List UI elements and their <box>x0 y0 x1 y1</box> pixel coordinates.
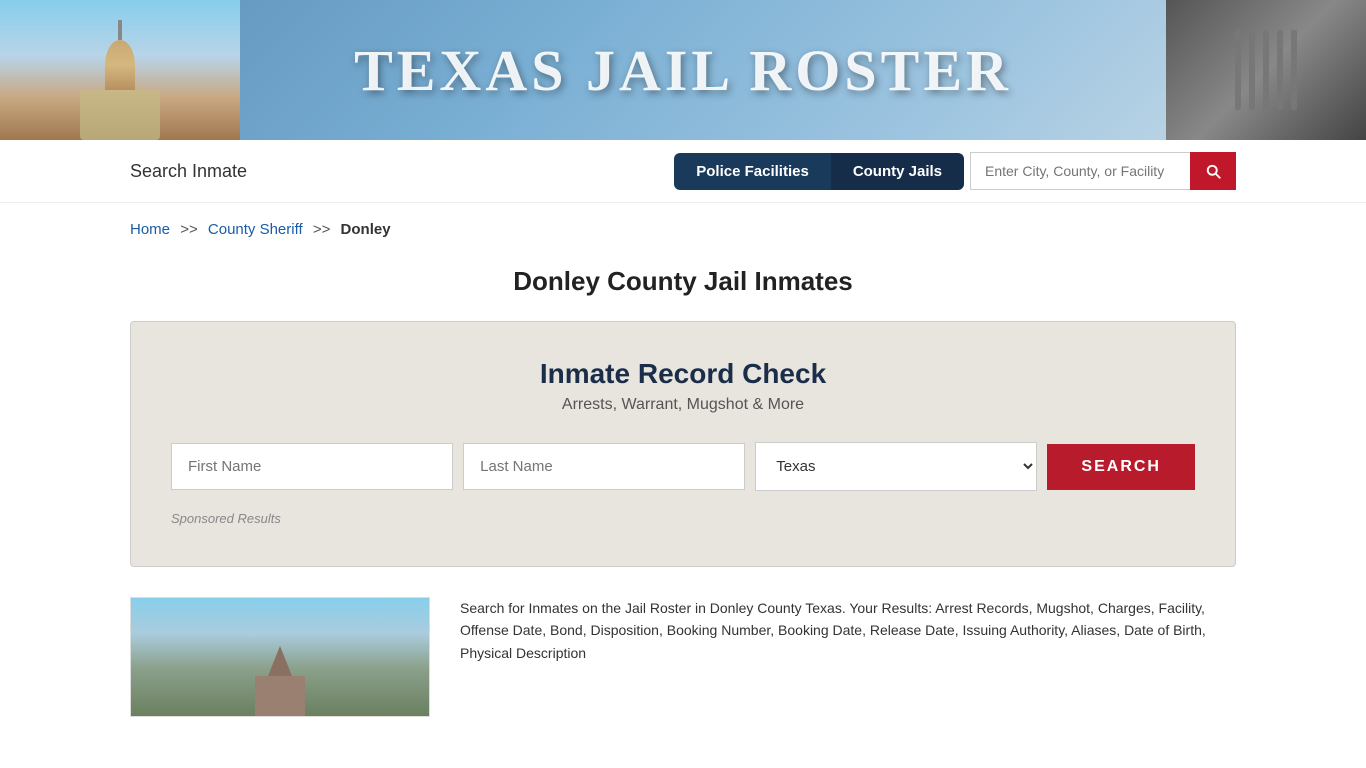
facility-search-input[interactable] <box>970 152 1190 190</box>
jail-bar <box>1277 30 1283 110</box>
breadcrumb-sep-1: >> <box>180 221 198 238</box>
police-facilities-button[interactable]: Police Facilities <box>674 153 831 190</box>
breadcrumb-current: Donley <box>341 221 391 238</box>
navbar-left: Search Inmate <box>130 161 654 182</box>
church-steeple <box>268 646 292 676</box>
record-form: AlabamaAlaskaArizonaArkansasCaliforniaCo… <box>171 442 1195 491</box>
search-icon <box>1204 162 1222 180</box>
church-image <box>255 646 305 716</box>
breadcrumb-county-sheriff[interactable]: County Sheriff <box>208 221 303 238</box>
header-banner: Texas Jail Roster <box>0 0 1366 140</box>
page-title-section: Donley County Jail Inmates <box>0 248 1366 321</box>
jail-bar <box>1291 30 1297 110</box>
church-body <box>255 676 305 716</box>
sponsored-results: Sponsored Results <box>171 511 1195 526</box>
page-title: Donley County Jail Inmates <box>0 266 1366 297</box>
breadcrumb: Home >> County Sheriff >> Donley <box>0 203 1366 248</box>
bottom-image <box>130 597 430 717</box>
breadcrumb-home[interactable]: Home <box>130 221 170 238</box>
facility-search-button[interactable] <box>1190 152 1236 190</box>
site-title: Texas Jail Roster <box>94 37 1272 104</box>
state-select[interactable]: AlabamaAlaskaArizonaArkansasCaliforniaCo… <box>755 442 1037 491</box>
facility-search-wrapper <box>970 152 1236 190</box>
county-jails-button[interactable]: County Jails <box>831 153 964 190</box>
record-check-title: Inmate Record Check <box>171 358 1195 390</box>
first-name-input[interactable] <box>171 443 453 490</box>
bottom-description: Search for Inmates on the Jail Roster in… <box>460 597 1236 664</box>
search-inmate-label: Search Inmate <box>130 161 247 181</box>
record-search-button[interactable]: SEARCH <box>1047 444 1195 490</box>
record-check-box: Inmate Record Check Arrests, Warrant, Mu… <box>130 321 1236 567</box>
navbar-right: Police Facilities County Jails <box>674 152 1236 190</box>
bottom-section: Search for Inmates on the Jail Roster in… <box>0 597 1366 747</box>
last-name-input[interactable] <box>463 443 745 490</box>
navbar: Search Inmate Police Facilities County J… <box>0 140 1366 203</box>
record-check-subtitle: Arrests, Warrant, Mugshot & More <box>171 396 1195 414</box>
breadcrumb-sep-2: >> <box>313 221 331 238</box>
